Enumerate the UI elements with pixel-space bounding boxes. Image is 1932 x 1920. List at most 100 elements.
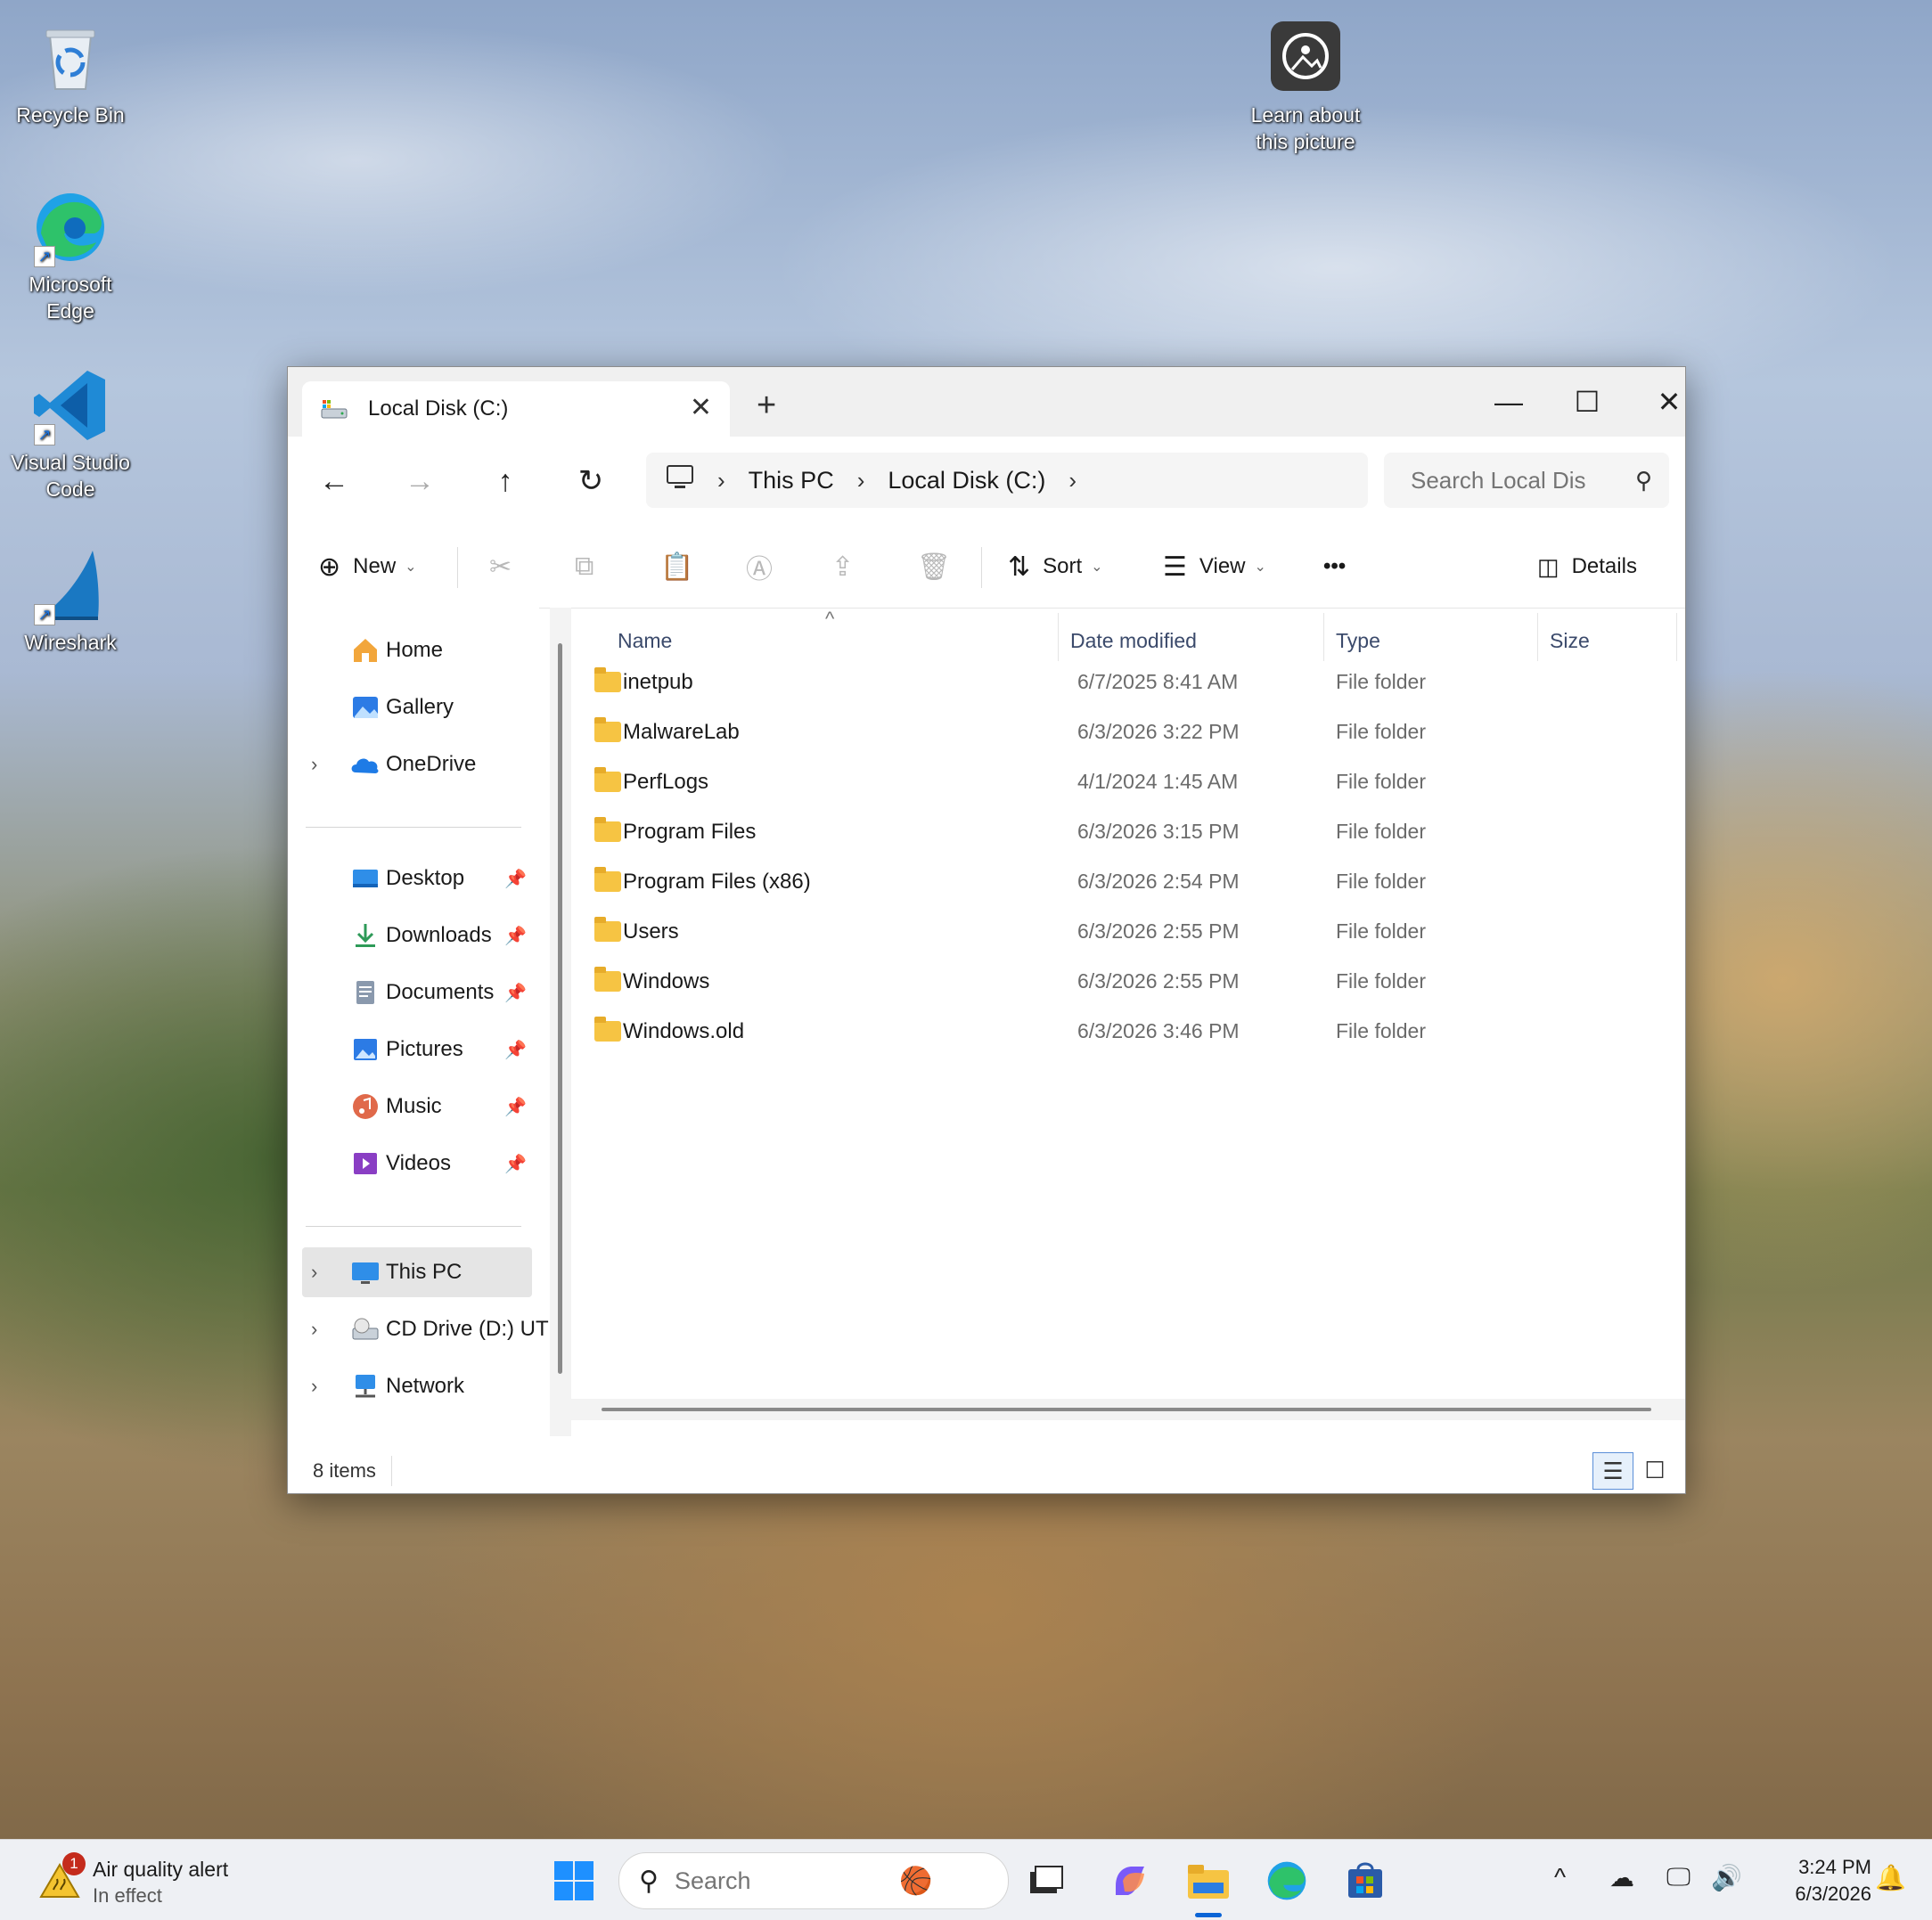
sort-button[interactable]: ⇅ Sort ⌄ <box>1008 545 1103 588</box>
chevron-down-icon: ⌄ <box>405 560 417 575</box>
back-arrow-icon[interactable]: ← <box>307 454 361 508</box>
pin-icon[interactable]: 📌 <box>504 1153 527 1175</box>
learn-label-1: Learn about <box>1250 103 1361 127</box>
weather-widget[interactable]: 1 Air quality alert In effect <box>37 1852 278 1909</box>
chevron-right-icon[interactable]: › <box>1068 467 1077 494</box>
computer-icon <box>666 464 694 497</box>
system-clock[interactable]: 3:24 PM 6/3/2026 <box>1764 1854 1871 1908</box>
sidebar-item-this-pc[interactable]: › This PC <box>302 1247 532 1297</box>
search-box[interactable]: ⚲ <box>1384 453 1669 508</box>
edge-taskbar-button[interactable] <box>1258 1852 1315 1909</box>
details-view-icon[interactable]: ☰ <box>1592 1452 1633 1490</box>
chevron-right-icon[interactable]: › <box>311 753 317 776</box>
taskbar-search-input[interactable] <box>672 1866 899 1896</box>
sidebar-scrollbar[interactable] <box>550 608 571 1436</box>
folder-icon <box>594 717 621 742</box>
sidebar-item-videos[interactable]: Videos 📌 <box>302 1139 532 1189</box>
edge-icon <box>1267 1861 1306 1900</box>
desktop-icon-recycle-bin[interactable]: Recycle Bin <box>4 18 137 128</box>
desktop-icon-edge[interactable]: ↗ Microsoft Edge <box>4 187 137 324</box>
more-options-button[interactable]: ••• <box>1323 545 1346 588</box>
desktop-icon-wireshark[interactable]: ↗ Wireshark <box>4 545 137 656</box>
column-type[interactable]: Type <box>1336 629 1380 653</box>
copilot-button[interactable] <box>1101 1852 1158 1909</box>
plus-circle-icon: ⊕ <box>318 551 341 582</box>
forward-arrow-icon[interactable]: → <box>393 454 446 508</box>
taskbar-search-box[interactable]: ⚲ 🏀 <box>618 1852 1009 1909</box>
column-divider[interactable] <box>1676 613 1677 661</box>
tiles-view-icon[interactable]: ☐ <box>1635 1452 1674 1488</box>
sidebar-item-network[interactable]: › Network <box>302 1361 532 1411</box>
table-row[interactable]: Windows.old 6/3/2026 3:46 PM File folder <box>582 1007 1651 1057</box>
sidebar-item-music[interactable]: Music 📌 <box>302 1082 532 1132</box>
pin-icon[interactable]: 📌 <box>504 868 527 890</box>
task-view-button[interactable] <box>1018 1852 1075 1909</box>
table-row[interactable]: Program Files (x86) 6/3/2026 2:54 PM Fil… <box>582 857 1651 907</box>
new-tab-button[interactable]: + <box>757 387 776 425</box>
table-row[interactable]: Windows 6/3/2026 2:55 PM File folder <box>582 957 1651 1007</box>
table-row[interactable]: inetpub 6/7/2025 8:41 AM File folder <box>582 658 1651 707</box>
sidebar-item-home[interactable]: Home <box>302 625 532 675</box>
column-name[interactable]: Name <box>618 629 672 653</box>
delete-button[interactable]: 🗑 <box>917 545 963 588</box>
notification-center-icon[interactable]: 🔔 <box>1875 1863 1906 1892</box>
scrollbar-thumb[interactable] <box>602 1408 1651 1411</box>
tab-local-disk[interactable]: Local Disk (C:) ✕ <box>302 381 730 437</box>
item-count: 8 items <box>313 1459 376 1482</box>
table-row[interactable]: Program Files 6/3/2026 3:15 PM File fold… <box>582 807 1651 857</box>
start-button[interactable] <box>545 1852 602 1909</box>
sidebar-item-pictures[interactable]: Pictures 📌 <box>302 1025 532 1074</box>
table-row[interactable]: Users 6/3/2026 2:55 PM File folder <box>582 907 1651 957</box>
network-status-icon[interactable]: 🖵 <box>1666 1863 1690 1892</box>
paste-button[interactable]: 📋 <box>660 545 706 588</box>
store-taskbar-button[interactable] <box>1337 1852 1394 1909</box>
pin-icon[interactable]: 📌 <box>504 1039 527 1061</box>
table-row[interactable]: MalwareLab 6/3/2026 3:22 PM File folder <box>582 707 1651 757</box>
view-label: View <box>1199 554 1246 578</box>
scrollbar-thumb[interactable] <box>558 643 562 1374</box>
volume-icon[interactable]: 🔊 <box>1711 1863 1742 1892</box>
show-hidden-icons-chevron-icon[interactable]: ^ <box>1554 1863 1566 1891</box>
sidebar-item-gallery[interactable]: Gallery <box>302 682 532 732</box>
share-button[interactable]: ⇪ <box>831 545 866 588</box>
maximize-button[interactable]: ☐ <box>1560 380 1614 424</box>
sidebar-item-downloads[interactable]: Downloads 📌 <box>302 911 532 960</box>
search-input[interactable] <box>1409 465 1626 495</box>
table-row[interactable]: PerfLogs 4/1/2024 1:45 AM File folder <box>582 757 1651 807</box>
desktop-icon-learn-about-picture[interactable]: Learn about this picture <box>1239 18 1372 155</box>
sidebar-item-desktop[interactable]: Desktop 📌 <box>302 854 532 903</box>
desktop-icon-vscode[interactable]: ↗ Visual Studio Code <box>4 365 137 502</box>
refresh-icon[interactable]: ↻ <box>564 454 618 508</box>
view-button[interactable]: ☰ View ⌄ <box>1163 545 1266 588</box>
address-bar[interactable]: › This PC › Local Disk (C:) › <box>646 453 1368 508</box>
copy-button[interactable]: ⧉ <box>575 545 606 588</box>
column-date-modified[interactable]: Date modified <box>1070 629 1197 653</box>
sidebar-item-onedrive[interactable]: › OneDrive <box>302 739 532 789</box>
tab-close-icon[interactable]: ✕ <box>690 392 712 423</box>
minimize-button[interactable]: — <box>1482 380 1535 424</box>
column-size[interactable]: Size <box>1550 629 1590 653</box>
pin-icon[interactable]: 📌 <box>504 925 527 947</box>
close-button[interactable]: ✕ <box>1642 380 1685 424</box>
details-pane-button[interactable]: ◫ Details <box>1537 545 1637 588</box>
sidebar-item-cd-drive[interactable]: › CD Drive (D:) UT <box>302 1304 549 1354</box>
cut-button[interactable]: ✂ <box>489 545 524 588</box>
pin-icon[interactable]: 📌 <box>504 1096 527 1118</box>
breadcrumb-this-pc[interactable]: This PC <box>749 467 834 494</box>
column-divider[interactable] <box>1058 613 1059 661</box>
divider <box>306 827 521 828</box>
column-divider[interactable] <box>1537 613 1538 661</box>
breadcrumb-local-disk[interactable]: Local Disk (C:) <box>888 467 1045 494</box>
chevron-right-icon[interactable]: › <box>311 1261 317 1284</box>
rename-button[interactable]: Ⓐ <box>746 545 785 588</box>
sidebar-item-documents[interactable]: Documents 📌 <box>302 968 532 1017</box>
pin-icon[interactable]: 📌 <box>504 982 527 1004</box>
column-divider[interactable] <box>1323 613 1324 661</box>
chevron-right-icon[interactable]: › <box>311 1318 317 1341</box>
up-arrow-icon[interactable]: ↑ <box>479 454 532 508</box>
cloud-offline-icon[interactable]: ☁ <box>1609 1863 1634 1892</box>
new-button[interactable]: ⊕ New ⌄ <box>318 545 417 588</box>
chevron-right-icon[interactable]: › <box>311 1375 317 1398</box>
wireshark-icon: ↗ <box>30 545 111 625</box>
file-explorer-taskbar-button[interactable] <box>1180 1852 1237 1909</box>
